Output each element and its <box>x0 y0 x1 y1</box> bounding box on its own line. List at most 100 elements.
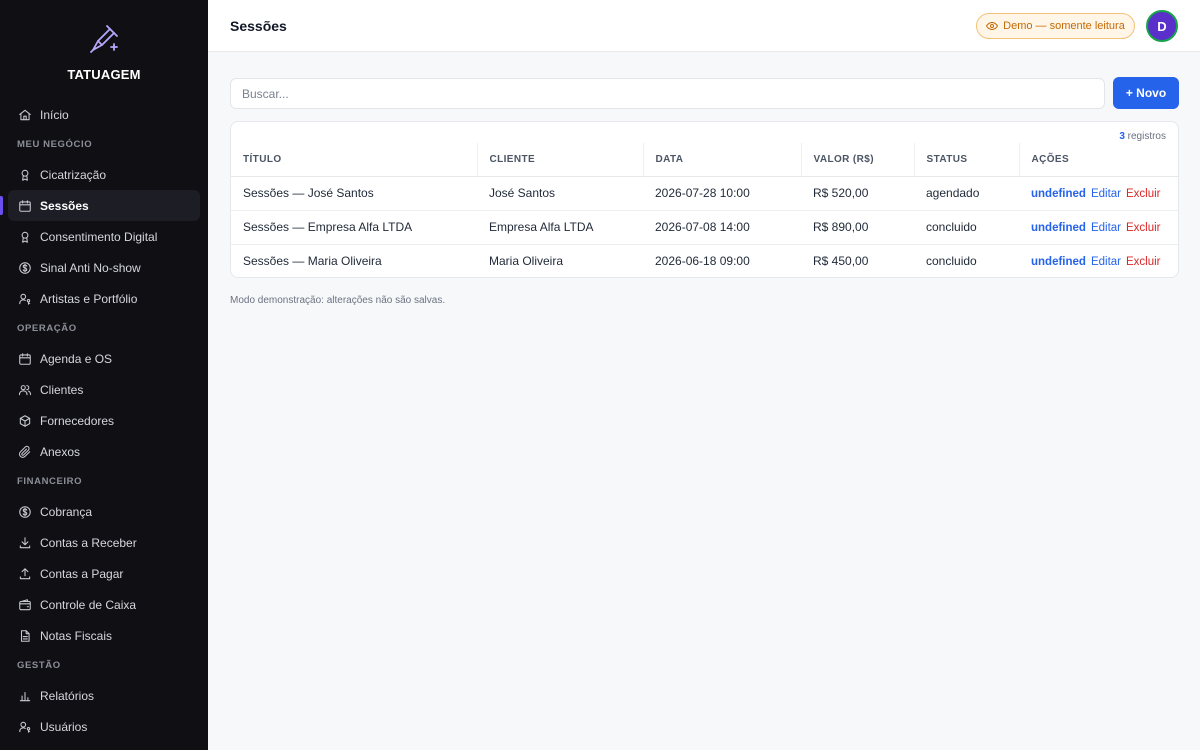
sidebar-item-10[interactable]: Fornecedores <box>8 405 200 436</box>
sidebar-section-18: GESTÃO <box>17 660 61 671</box>
view-action-link[interactable]: undefined <box>1031 256 1086 268</box>
box-icon <box>18 414 32 428</box>
sidebar-item-label: Contas a Receber <box>40 535 137 550</box>
page-title: Sessões <box>230 18 287 34</box>
cell-data: 2026-07-08 14:00 <box>643 210 801 245</box>
sidebar-item-label: Contas a Pagar <box>40 566 124 581</box>
edit-action-link[interactable]: Editar <box>1091 256 1121 268</box>
sidebar-section-7: OPERAÇÃO <box>17 323 77 334</box>
records-table: TÍTULO CLIENTE DATA VALOR (R$) STATUS AÇ… <box>231 143 1178 277</box>
cell-valor: R$ 890,00 <box>801 210 914 245</box>
sidebar-section-1: MEU NEGÓCIO <box>17 139 93 150</box>
sidebar-item-9[interactable]: Clientes <box>8 374 200 405</box>
wallet-icon <box>18 598 32 612</box>
records-count-suffix: registros <box>1124 131 1166 142</box>
sidebar-item-label: Clientes <box>40 382 84 397</box>
demo-badge-label: Demo — somente leitura <box>1003 20 1125 32</box>
new-record-button[interactable]: + Novo <box>1113 77 1179 109</box>
sidebar-item-17[interactable]: Notas Fiscais <box>8 620 200 651</box>
sidebar-item-label: Consentimento Digital <box>40 229 158 244</box>
cell-status: agendado <box>914 176 1019 211</box>
paperclip-icon <box>18 445 32 459</box>
view-action-link[interactable]: undefined <box>1031 188 1086 200</box>
award-icon <box>18 230 32 244</box>
sidebar-item-2[interactable]: Cicatrização <box>8 159 200 190</box>
sidebar-item-label: Sinal Anti No-show <box>40 260 141 275</box>
sidebar-item-8[interactable]: Agenda e OS <box>8 343 200 374</box>
sidebar-item-label: Anexos <box>40 444 81 459</box>
search-input[interactable] <box>230 78 1105 109</box>
calendar-icon <box>18 352 32 366</box>
column-header-valor[interactable]: VALOR (R$) <box>800 143 914 177</box>
file-icon <box>18 629 32 643</box>
user-avatar[interactable]: D <box>1146 10 1178 42</box>
table-row: Sessões — José Santos José Santos 2026-07-… <box>231 176 1178 211</box>
sidebar-item-13[interactable]: Cobrança <box>8 496 200 527</box>
sidebar-item-label: Relatórios <box>40 688 95 703</box>
dollar-circle-icon <box>18 261 32 275</box>
edit-action-link[interactable]: Editar <box>1091 188 1121 200</box>
demo-readonly-badge: Demo — somente leitura <box>976 13 1135 39</box>
eye-icon <box>986 21 999 31</box>
table-header-row: TÍTULO CLIENTE DATA VALOR (R$) STATUS AÇ… <box>231 143 1178 177</box>
records-count: 3 registros <box>1119 131 1166 142</box>
sidebar-item-4[interactable]: Consentimento Digital <box>8 221 200 252</box>
sidebar-item-19[interactable]: Relatórios <box>8 680 200 711</box>
home-icon <box>18 108 32 122</box>
sidebar-nav: Início MEU NEGÓCIO Cicatrização Sessões Cons… <box>0 99 208 742</box>
upload-icon <box>18 567 32 581</box>
cell-valor: R$ 450,00 <box>813 254 869 269</box>
demo-mode-footnote: Modo demonstração: alterações não são sa… <box>230 295 446 306</box>
sidebar-item-label: Agenda e OS <box>40 351 113 366</box>
download-icon <box>18 536 32 550</box>
sidebar-item-16[interactable]: Controle de Caixa <box>8 589 200 620</box>
sidebar-item-label: Cobrança <box>40 504 93 519</box>
sidebar-item-label: Artistas e Portfólio <box>40 291 138 306</box>
table-row: Sessões — Empresa Alfa LTDA Empresa Alfa … <box>231 210 1178 245</box>
cell-titulo: Sessões — José Santos <box>231 176 477 211</box>
cell-acoes: undefined Editar Excluir <box>1019 176 1178 211</box>
cell-cliente: Maria Oliveira <box>489 254 564 269</box>
cell-titulo: Sessões — Maria Oliveira <box>243 254 382 269</box>
sidebar-section-12: FINANCEIRO <box>17 476 83 487</box>
users-icon <box>18 383 32 397</box>
sidebar-item-label: Cicatrização <box>40 167 107 182</box>
delete-action-link[interactable]: Excluir <box>1126 222 1161 234</box>
delete-action-link[interactable]: Excluir <box>1126 188 1161 200</box>
calendar-icon <box>18 199 32 213</box>
sidebar: TATUAGEM Início MEU NEGÓCIO Cicatrização Se… <box>0 0 208 750</box>
cell-titulo: Sessões — Empresa Alfa LTDA <box>231 210 477 245</box>
column-header-acoes: AÇÕES <box>1018 143 1178 177</box>
view-action-link[interactable]: undefined <box>1031 222 1086 234</box>
cell-cliente: José Santos <box>477 176 643 211</box>
sidebar-item-label: Controle de Caixa <box>40 597 137 612</box>
sidebar-item-label: Usuários <box>40 719 88 734</box>
cell-acoes: undefined Editar Excluir <box>1019 210 1178 245</box>
cell-data: 2026-07-28 10:00 <box>643 176 801 211</box>
cell-status: concluido <box>926 254 977 269</box>
cell-data: 2026-06-18 09:00 <box>655 254 750 269</box>
user-key-icon <box>18 720 32 734</box>
table-row: Sessões — Maria Oliveira Maria Oliveira 20… <box>231 244 1178 277</box>
sidebar-item-14[interactable]: Contas a Receber <box>8 527 200 558</box>
award-icon <box>18 168 32 182</box>
sidebar-item-3[interactable]: Sessões <box>0 190 200 221</box>
sidebar-item-0[interactable]: Início <box>8 99 200 130</box>
bar-chart-icon <box>18 689 32 703</box>
user-key-icon <box>18 292 32 306</box>
column-header-cliente[interactable]: CLIENTE <box>476 143 643 177</box>
column-header-status[interactable]: STATUS <box>913 143 1019 177</box>
column-header-data[interactable]: DATA <box>642 143 801 177</box>
sidebar-item-6[interactable]: Artistas e Portfólio <box>8 283 200 314</box>
sidebar-item-5[interactable]: Sinal Anti No-show <box>8 252 200 283</box>
sidebar-item-label: Notas Fiscais <box>40 628 113 643</box>
cell-valor: R$ 520,00 <box>801 176 914 211</box>
delete-action-link[interactable]: Excluir <box>1126 256 1161 268</box>
sidebar-item-11[interactable]: Anexos <box>8 436 200 467</box>
cell-cliente: Empresa Alfa LTDA <box>477 210 643 245</box>
records-table-card: 3 registros TÍTULO CLIENTE DATA VALOR (R… <box>230 121 1179 278</box>
edit-action-link[interactable]: Editar <box>1091 222 1121 234</box>
column-header-titulo[interactable]: TÍTULO <box>231 143 477 177</box>
sidebar-item-15[interactable]: Contas a Pagar <box>8 558 200 589</box>
sidebar-item-20[interactable]: Usuários <box>8 711 200 742</box>
